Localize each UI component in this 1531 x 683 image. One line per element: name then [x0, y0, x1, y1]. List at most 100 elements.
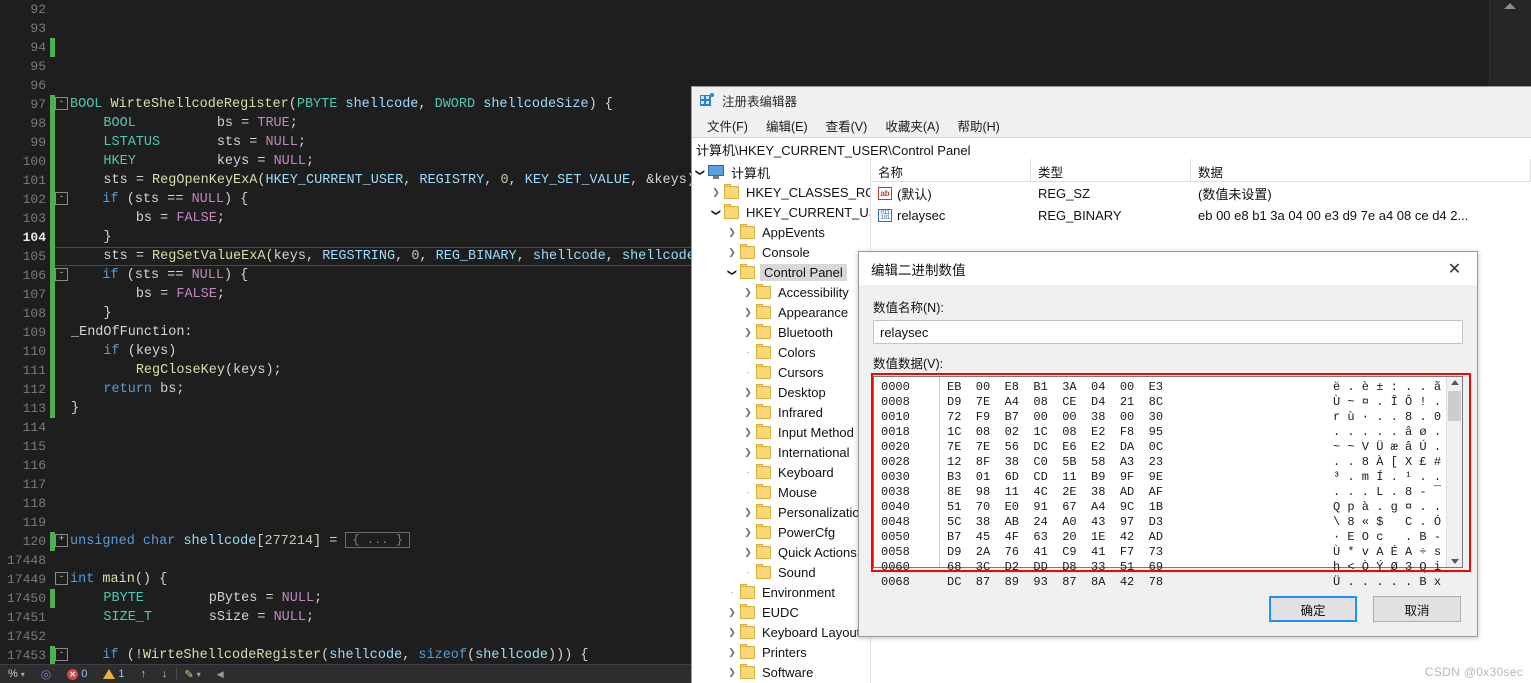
tree-node[interactable]: · Sound: [692, 562, 870, 582]
chevron-down-icon[interactable]: ▾: [21, 670, 25, 679]
hex-byte-row[interactable]: 72 F9 B7 00 00 38 00 30: [940, 410, 1326, 425]
tree-node[interactable]: ❯ Accessibility: [692, 282, 870, 302]
fold-toggle-icon[interactable]: -: [55, 571, 68, 585]
tree-node[interactable]: ❯ Input Method: [692, 422, 870, 442]
tree-node[interactable]: ❯ 计算机: [692, 162, 870, 182]
code-line[interactable]: 95: [0, 57, 1490, 76]
hex-scrollbar-thumb[interactable]: [1448, 391, 1461, 421]
fold-toggle-icon[interactable]: -: [55, 647, 68, 661]
status-nav-up[interactable]: ↑: [133, 665, 155, 683]
tree-node[interactable]: · Colors: [692, 342, 870, 362]
code-line[interactable]: 93: [0, 19, 1490, 38]
chevron-right-icon[interactable]: ❯: [740, 327, 756, 338]
hex-byte-row[interactable]: 5C 38 AB 24 A0 43 97 D3: [940, 515, 1326, 530]
chevron-right-icon[interactable]: ❯: [724, 247, 740, 258]
chevron-down-icon[interactable]: ❯: [727, 264, 738, 280]
tree-node[interactable]: ❯ Desktop: [692, 382, 870, 402]
status-warnings[interactable]: 1: [95, 665, 132, 683]
ok-button[interactable]: 确定: [1269, 596, 1357, 622]
hex-byte-row[interactable]: DC 87 89 93 87 8A 42 78: [940, 575, 1326, 590]
chevron-down-icon[interactable]: ❯: [711, 204, 722, 220]
fold-toggle-icon[interactable]: -: [55, 267, 68, 281]
regedit-address-bar[interactable]: 计算机\HKEY_CURRENT_USER\Control Panel: [692, 137, 1531, 161]
hex-byte-row[interactable]: B3 01 6D CD 11 B9 9F 9E: [940, 470, 1326, 485]
status-tool[interactable]: ✎ ▾: [177, 665, 209, 683]
chevron-right-icon[interactable]: ❯: [724, 607, 740, 618]
edit-binary-value-dialog[interactable]: 编辑二进制数值 ✕ 数值名称(N): relaysec 数值数据(V): 000…: [858, 251, 1478, 637]
hex-byte-row[interactable]: B7 45 4F 63 20 1E 42 AD: [940, 530, 1326, 545]
chevron-down-icon[interactable]: ▾: [197, 670, 201, 679]
chevron-right-icon[interactable]: ❯: [740, 507, 756, 518]
tree-node[interactable]: ❯ Control Panel: [692, 262, 870, 282]
column-header[interactable]: 名称: [871, 159, 1031, 181]
column-header[interactable]: 数据: [1191, 159, 1531, 181]
chevron-right-icon[interactable]: ❯: [724, 627, 740, 638]
fold-toggle-icon[interactable]: +: [55, 533, 68, 547]
tree-node[interactable]: · Cursors: [692, 362, 870, 382]
hex-bytes-column[interactable]: EB 00 E8 B1 3A 04 00 E3 D9 7E A4 08 CE D4…: [940, 377, 1326, 589]
values-list-rows[interactable]: ab (默认) REG_SZ (数值未设置) 011 101 relaysec REG_BIN…: [871, 182, 1531, 226]
tree-node[interactable]: ❯ HKEY_CLASSES_ROOT: [692, 182, 870, 202]
fold-toggle-icon[interactable]: -: [55, 96, 68, 110]
tree-node[interactable]: · Mouse: [692, 482, 870, 502]
close-icon[interactable]: ✕: [1432, 253, 1477, 285]
chevron-right-icon[interactable]: ❯: [740, 447, 756, 458]
chevron-right-icon[interactable]: ❯: [740, 287, 756, 298]
registry-tree[interactable]: ❯ 计算机 ❯ HKEY_CLASSES_ROOT ❯ HKEY_CURRENT_USER…: [692, 159, 871, 683]
table-row[interactable]: 011 101 relaysec REG_BINARY eb 00 e8 b1 3a 0…: [871, 204, 1531, 226]
tree-node[interactable]: ❯ Personalization: [692, 502, 870, 522]
dialog-title-bar[interactable]: 编辑二进制数值 ✕: [859, 252, 1477, 285]
code-line[interactable]: 94: [0, 38, 1490, 57]
tree-node[interactable]: ❯ Software: [692, 662, 870, 682]
table-row[interactable]: ab (默认) REG_SZ (数值未设置): [871, 182, 1531, 204]
hex-byte-row[interactable]: 7E 7E 56 DC E6 E2 DA 0C: [940, 440, 1326, 455]
status-errors[interactable]: ✕ 0: [59, 665, 95, 683]
chevron-right-icon[interactable]: ❯: [724, 647, 740, 658]
tree-node[interactable]: · Environment: [692, 582, 870, 602]
tree-node[interactable]: ❯ PowerCfg: [692, 522, 870, 542]
chevron-right-icon[interactable]: ❯: [740, 547, 756, 558]
fold-toggle-icon[interactable]: -: [55, 191, 68, 205]
hex-scrollbar[interactable]: [1446, 377, 1462, 567]
chevron-right-icon[interactable]: ❯: [740, 387, 756, 398]
values-list-header[interactable]: 名称 类型 数据: [871, 159, 1531, 182]
tree-node[interactable]: ❯ Printers: [692, 642, 870, 662]
tree-node[interactable]: ❯ EUDC: [692, 602, 870, 622]
hex-byte-row[interactable]: D9 2A 76 41 C9 41 F7 73: [940, 545, 1326, 560]
status-globe[interactable]: ◎: [33, 665, 59, 683]
menu-item-2[interactable]: 查看(V): [817, 114, 877, 137]
status-collapse[interactable]: ◀: [209, 665, 232, 683]
hex-editor[interactable]: 0000 0008 0010 0018 0020 0028 0030 0038 0040 0048…: [871, 373, 1471, 589]
tree-node[interactable]: ❯ Appearance: [692, 302, 870, 322]
tree-node[interactable]: ❯ Bluetooth: [692, 322, 870, 342]
hex-byte-row[interactable]: 68 3C D2 DD D8 33 51 69: [940, 560, 1326, 575]
code-line[interactable]: 92: [0, 0, 1490, 19]
chevron-right-icon[interactable]: ❯: [724, 227, 740, 238]
hex-byte-row[interactable]: 8E 98 11 4C 2E 38 AD AF: [940, 485, 1326, 500]
chevron-right-icon[interactable]: ❯: [740, 527, 756, 538]
menu-item-1[interactable]: 编辑(E): [757, 114, 817, 137]
tree-node[interactable]: ❯ Keyboard Layout: [692, 622, 870, 642]
menu-item-3[interactable]: 收藏夹(A): [876, 114, 948, 137]
hex-byte-row[interactable]: 1C 08 02 1C 08 E2 F8 95: [940, 425, 1326, 440]
tree-node[interactable]: ❯ International: [692, 442, 870, 462]
status-nav-down[interactable]: ↓: [154, 665, 176, 683]
chevron-right-icon[interactable]: ❯: [724, 667, 740, 678]
column-header[interactable]: 类型: [1031, 159, 1191, 181]
tree-node[interactable]: ❯ Quick Actions: [692, 542, 870, 562]
chevron-right-icon[interactable]: ❯: [740, 407, 756, 418]
chevron-down-icon[interactable]: ❯: [695, 164, 706, 180]
chevron-right-icon[interactable]: ❯: [708, 187, 724, 198]
hex-scroll-down-icon[interactable]: [1451, 559, 1459, 564]
cancel-button[interactable]: 取消: [1373, 596, 1461, 622]
tree-node[interactable]: ❯ HKEY_CURRENT_USER: [692, 202, 870, 222]
chevron-right-icon[interactable]: ❯: [740, 307, 756, 318]
regedit-title-bar[interactable]: 注册表编辑器: [692, 87, 1531, 113]
hex-byte-row[interactable]: 51 70 E0 91 67 A4 9C 1B: [940, 500, 1326, 515]
tree-node[interactable]: ❯ AppEvents: [692, 222, 870, 242]
chevron-right-icon[interactable]: ❯: [740, 427, 756, 438]
status-zoom[interactable]: % ▾: [0, 665, 33, 683]
tree-node[interactable]: · Keyboard: [692, 462, 870, 482]
hex-byte-row[interactable]: EB 00 E8 B1 3A 04 00 E3: [940, 380, 1326, 395]
hex-byte-row[interactable]: 12 8F 38 C0 5B 58 A3 23: [940, 455, 1326, 470]
